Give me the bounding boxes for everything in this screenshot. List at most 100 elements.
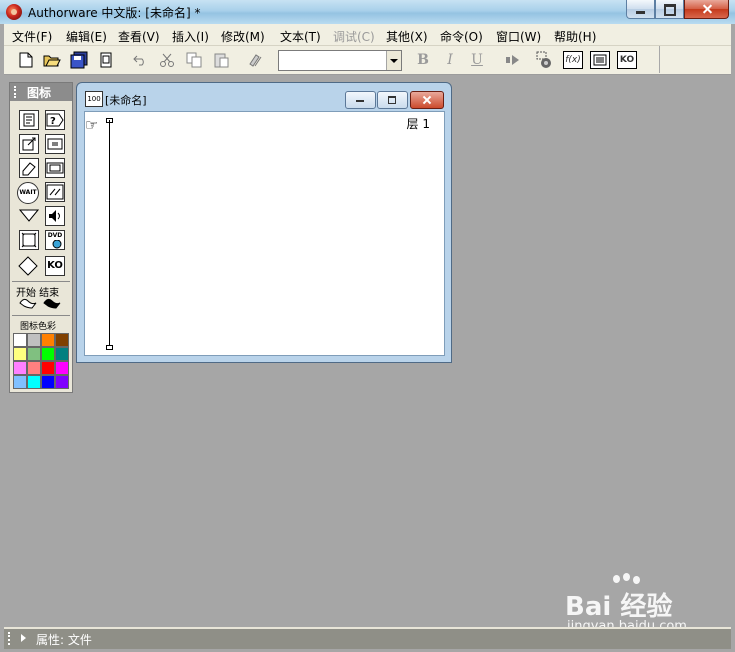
paste-hand-icon: ☞ (85, 116, 99, 134)
stop-flag-icon[interactable] (43, 297, 63, 312)
design-window-close-button[interactable] (410, 91, 444, 109)
menu-insert[interactable]: 插入(I) (172, 28, 209, 45)
color-swatch-cyan[interactable] (27, 375, 41, 389)
knowledge-object-icon[interactable]: KO (45, 256, 65, 276)
new-file-icon[interactable] (17, 51, 35, 69)
menu-modify[interactable]: 修改(M) (221, 28, 265, 45)
color-swatch-green[interactable] (41, 347, 55, 361)
menu-file[interactable]: 文件(F) (12, 28, 52, 45)
dvd-icon-label: DVD (47, 232, 63, 239)
watermark-brand: Bai 经验 (565, 592, 673, 622)
map-icon[interactable] (45, 158, 65, 178)
grip-icon[interactable] (8, 632, 14, 645)
close-button[interactable] (684, 0, 729, 19)
paste-icon[interactable] (212, 51, 230, 69)
framework-icon[interactable] (19, 230, 39, 250)
open-folder-icon[interactable] (43, 51, 61, 69)
menu-text[interactable]: 文本(T) (280, 28, 321, 45)
color-swatch-magenta[interactable] (55, 361, 69, 375)
design-window-restore-button[interactable] (377, 91, 408, 109)
color-swatch-teal[interactable] (55, 347, 69, 361)
palette-divider (12, 281, 70, 282)
title-bar: Authorware 中文版: [未命名] * (0, 0, 735, 24)
variables-icon[interactable] (590, 51, 610, 69)
wait-icon[interactable]: WAIT (17, 182, 39, 204)
properties-bar[interactable]: 属性: 文件 (4, 627, 731, 649)
color-swatch-white[interactable] (13, 333, 27, 347)
layer-label: 层 1 (406, 117, 430, 131)
maximize-button[interactable] (655, 0, 684, 19)
start-flag-icon[interactable] (19, 297, 37, 312)
run-icon[interactable] (504, 51, 522, 69)
design-window: 100 [未命名] ☞ 层 1 (76, 82, 452, 363)
svg-text:?: ? (50, 116, 56, 127)
navigate-icon[interactable] (18, 206, 40, 224)
menu-help[interactable]: 帮助(H) (554, 28, 596, 45)
grip-icon[interactable] (14, 86, 20, 98)
properties-label: 属性: 文件 (36, 633, 92, 647)
control-panel-icon[interactable] (535, 51, 553, 69)
find-icon[interactable] (247, 51, 265, 69)
menu-edit[interactable]: 编辑(E) (66, 28, 107, 45)
minimize-button[interactable] (626, 0, 655, 19)
color-swatch-orange[interactable] (41, 333, 55, 347)
color-swatch-sage[interactable] (27, 347, 41, 361)
knowledge-objects-icon[interactable]: KO (617, 51, 637, 69)
paw-icon (623, 573, 630, 581)
paw-icon (633, 576, 640, 584)
color-swatch-silver[interactable] (27, 333, 41, 347)
window-title: Authorware 中文版: [未命名] * (28, 6, 201, 20)
palette-divider (12, 315, 70, 316)
toolbar: B I U f(x) KO (4, 46, 731, 75)
undo-icon[interactable] (131, 51, 149, 69)
icon-palette: 图标 WAIT ? DVD KO 开始 结束 图标色彩 (9, 82, 73, 393)
color-swatch-pink[interactable] (13, 361, 27, 375)
authorware-logo-icon (6, 4, 22, 20)
menu-other[interactable]: 其他(X) (386, 28, 428, 45)
palette-header[interactable]: 图标 (10, 83, 72, 101)
functions-icon[interactable]: f(x) (563, 51, 583, 69)
italic-icon[interactable]: I (441, 51, 459, 69)
menu-command[interactable]: 命令(O) (440, 28, 483, 45)
calculation-icon[interactable] (45, 134, 65, 154)
erase-icon[interactable] (19, 158, 39, 178)
digital-movie-icon[interactable] (45, 182, 65, 202)
flowline-canvas[interactable]: ☞ 层 1 (84, 111, 445, 356)
window-controls (626, 0, 729, 19)
display-icon[interactable] (19, 110, 39, 130)
save-all-icon[interactable] (70, 51, 88, 69)
menu-bar: 文件(F) 编辑(E) 查看(V) 插入(I) 修改(M) 文本(T) 调试(C… (4, 24, 731, 46)
underline-icon[interactable]: U (468, 51, 486, 69)
sound-icon[interactable] (45, 206, 65, 226)
menu-view[interactable]: 查看(V) (118, 28, 160, 45)
color-swatch-salmon[interactable] (27, 361, 41, 375)
design-window-minimize-button[interactable] (345, 91, 376, 109)
copy-icon[interactable] (185, 51, 203, 69)
text-style-combo[interactable] (278, 50, 402, 71)
toolbar-separator (659, 46, 660, 73)
cut-icon[interactable] (158, 51, 176, 69)
flowline-end-cap (106, 345, 113, 350)
menu-window[interactable]: 窗口(W) (496, 28, 541, 45)
palette-title: 图标 (27, 86, 52, 100)
chevron-down-icon[interactable] (386, 51, 401, 70)
menu-debug[interactable]: 调试(C) (333, 28, 375, 45)
color-swatch-blue[interactable] (41, 375, 55, 389)
baidu-jingyan-watermark: Bai 经验 jingyan.baidu.com (565, 573, 725, 635)
color-swatch-light-yellow[interactable] (13, 347, 27, 361)
expand-arrow-icon[interactable] (21, 634, 26, 642)
interaction-icon[interactable]: ? (45, 110, 65, 130)
design-window-title: [未命名] (105, 94, 147, 107)
motion-icon[interactable] (19, 134, 39, 154)
bold-icon[interactable]: B (414, 51, 432, 69)
design-window-icon: 100 (85, 91, 103, 107)
color-swatch-brown[interactable] (55, 333, 69, 347)
color-swatch-light-blue[interactable] (13, 375, 27, 389)
flowline[interactable] (109, 120, 110, 348)
decision-icon[interactable] (18, 256, 38, 276)
color-swatch-purple[interactable] (55, 375, 69, 389)
color-swatch-red[interactable] (41, 361, 55, 375)
dvd-icon[interactable]: DVD (45, 230, 65, 250)
import-icon[interactable] (97, 51, 115, 69)
paw-icon (613, 575, 620, 583)
